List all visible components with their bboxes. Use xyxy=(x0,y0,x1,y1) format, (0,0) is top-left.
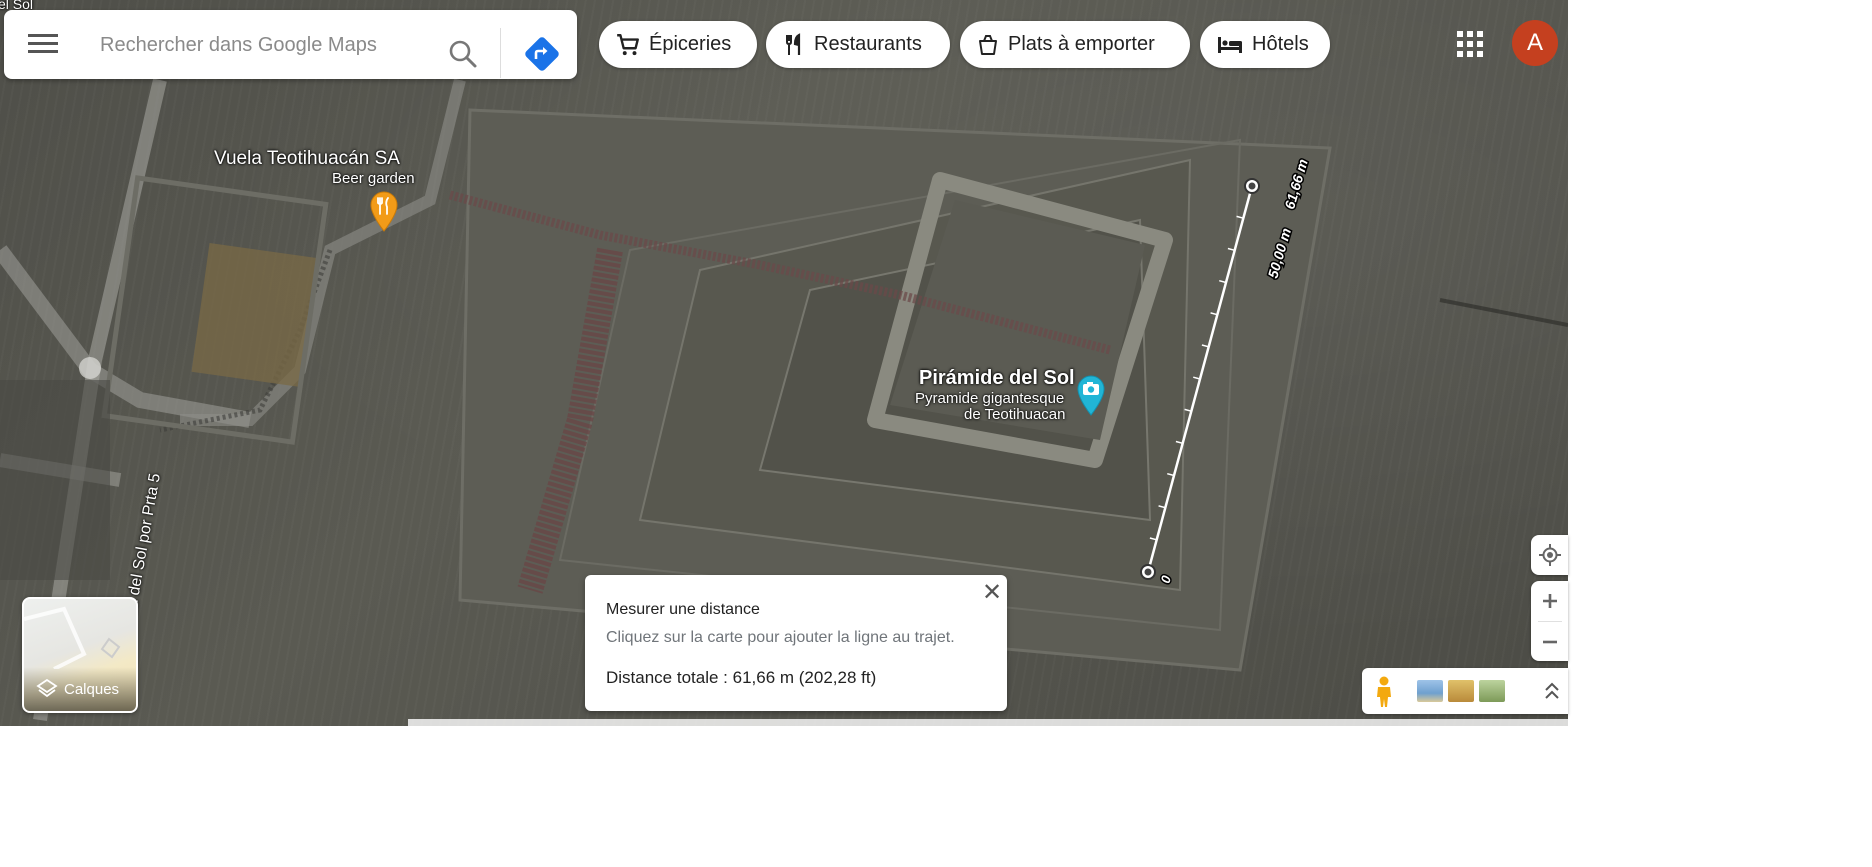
category-chip-restaurants[interactable]: Restaurants xyxy=(766,21,950,68)
ruler-total-label: 61,66 m xyxy=(1281,157,1311,211)
ruler-start-label: 0 xyxy=(1158,573,1175,585)
measure-total-distance: Distance totale : 61,66 m (202,28 ft) xyxy=(606,668,877,687)
measure-hint: Cliquez sur la carte pour ajouter la lig… xyxy=(606,629,955,646)
poi-vuela-teotihuacan-name[interactable]: Vuela Teotihuacán SA xyxy=(214,148,400,170)
directions-icon[interactable] xyxy=(524,36,560,72)
close-icon[interactable]: ✕ xyxy=(982,581,1002,605)
layers-icon xyxy=(36,678,58,698)
search-divider xyxy=(500,28,501,78)
measure-title: Mesurer une distance xyxy=(606,601,760,618)
category-chip-label: Plats à emporter xyxy=(1008,33,1155,55)
poi-vuela-teotihuacan-type: Beer garden xyxy=(332,170,415,187)
layers-button[interactable]: Calques xyxy=(22,597,138,713)
minus-icon xyxy=(1542,640,1557,643)
ruler-tick xyxy=(1175,440,1183,445)
chevron-up-icon[interactable] xyxy=(1544,681,1560,701)
account-avatar[interactable]: A xyxy=(1512,20,1558,66)
zoom-out-button[interactable] xyxy=(1531,622,1568,661)
imagery-thumbnail-3[interactable] xyxy=(1479,680,1505,702)
ruler-tick xyxy=(1193,376,1201,380)
ruler-tick xyxy=(1149,537,1157,541)
apps-grid-icon[interactable] xyxy=(1457,31,1483,57)
ruler-tick xyxy=(1227,247,1235,252)
layers-label: Calques xyxy=(64,681,120,698)
poi-piramide-del-sol-desc-2: de Teotihuacan xyxy=(964,406,1066,423)
ruler-tick xyxy=(1167,472,1175,477)
shopping-cart-icon xyxy=(617,33,639,55)
search-icon[interactable] xyxy=(448,39,478,69)
poi-piramide-del-sol-name[interactable]: Pirámide del Sol xyxy=(919,367,1075,390)
fork-knife-icon xyxy=(786,32,801,55)
ruler-tick xyxy=(1201,344,1209,348)
map-thumbnail xyxy=(24,606,121,669)
ruler-tick xyxy=(1184,408,1192,412)
search-box[interactable]: Rechercher dans Google Maps xyxy=(4,10,577,79)
search-input[interactable]: Rechercher dans Google Maps xyxy=(100,32,377,58)
category-chip-label: Épiceries xyxy=(649,33,732,55)
restaurant-pin-icon[interactable] xyxy=(369,190,399,232)
ruler-mid-label: 50,00 m xyxy=(1265,226,1295,280)
bottom-tools xyxy=(1362,668,1568,714)
plus-icon xyxy=(1542,594,1557,608)
zoom-in-button[interactable] xyxy=(1531,581,1568,621)
ruler-tick xyxy=(1210,312,1218,316)
poi-piramide-del-sol-desc-1: Pyramide gigantesque xyxy=(915,390,1065,407)
imagery-thumbnail-1[interactable] xyxy=(1417,680,1443,702)
imagery-thumbnail-2[interactable] xyxy=(1448,680,1474,702)
my-location-button[interactable] xyxy=(1531,535,1568,575)
pegman-icon[interactable] xyxy=(1373,676,1395,708)
category-chip-label: Restaurants xyxy=(814,33,922,55)
camera-pin-icon[interactable] xyxy=(1076,374,1106,416)
category-chip-hotels[interactable]: Hôtels xyxy=(1200,21,1330,68)
category-chip-epiceries[interactable]: Épiceries xyxy=(599,21,757,68)
ruler-tick xyxy=(1219,279,1227,284)
category-chip-label: Hôtels xyxy=(1252,33,1309,55)
takeout-bag-icon xyxy=(979,34,997,55)
footer-strip xyxy=(408,719,1568,726)
category-chip-plats-a-emporter[interactable]: Plats à emporter xyxy=(960,21,1190,68)
menu-icon[interactable] xyxy=(28,34,58,54)
bed-icon xyxy=(1218,36,1242,53)
measure-distance-card: ✕ Mesurer une distance Cliquez sur la ca… xyxy=(585,575,1007,711)
ruler-tick xyxy=(1158,505,1166,509)
my-location-icon xyxy=(1538,544,1561,566)
zoom-controls xyxy=(1531,581,1568,661)
ruler-tick xyxy=(1236,215,1244,219)
